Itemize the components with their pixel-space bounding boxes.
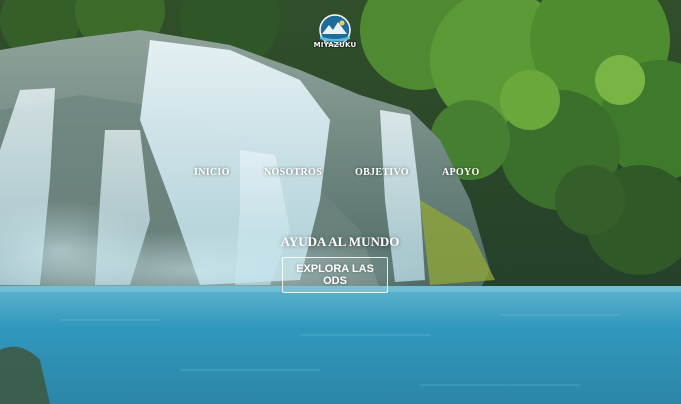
nav-link-inicio[interactable]: INICIO (194, 167, 230, 178)
hero-headline: AYUDA AL MUNDO (280, 234, 400, 249)
miyazuku-logo-icon[interactable] (311, 12, 359, 56)
main-navigation: INICIO NOSOTROS OBJETIVO APOYO (0, 167, 681, 183)
nav-link-apoyo[interactable]: APOYO (442, 167, 480, 178)
explore-ods-button[interactable]: EXPLORA LAS ODS (282, 257, 388, 293)
nav-link-nosotros[interactable]: NOSOTROS (264, 167, 322, 178)
nav-link-objetivo[interactable]: OBJETIVO (355, 167, 409, 178)
waterfall-background-image (0, 0, 681, 404)
hero-section: MIYAZUKU INICIO NOSOTROS OBJETIVO APOYO … (0, 0, 681, 404)
logo-text: MIYAZUKU (313, 41, 357, 49)
